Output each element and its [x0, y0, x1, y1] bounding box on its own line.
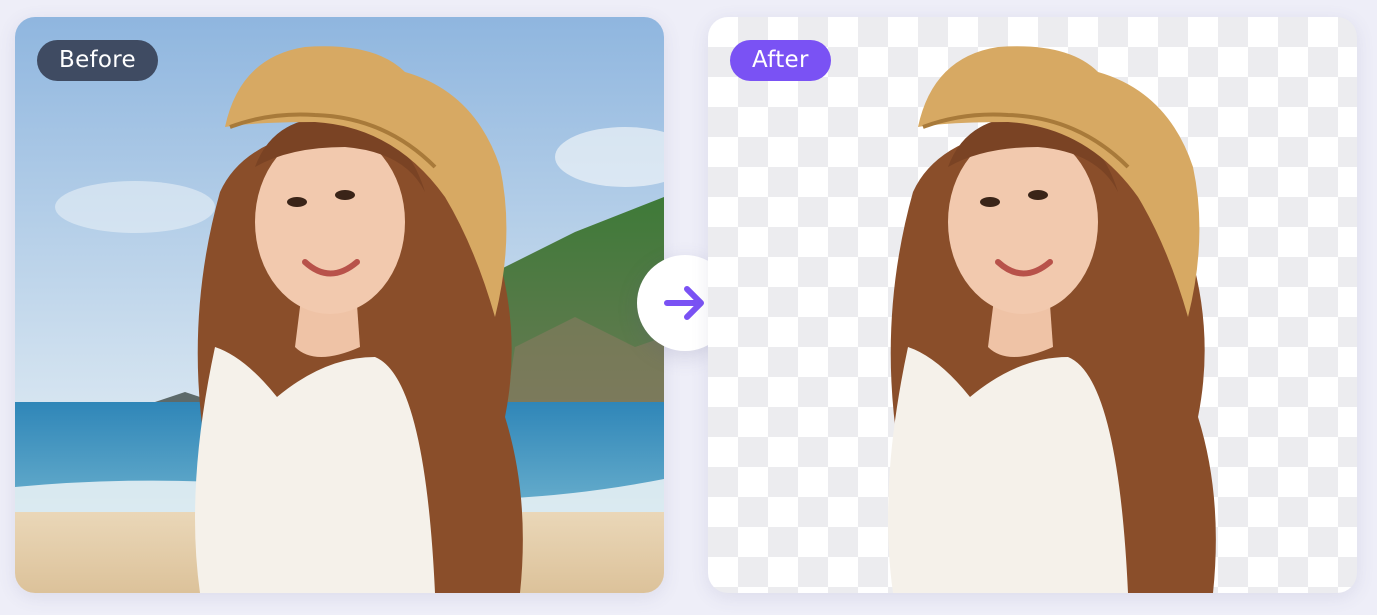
after-photo-cutout [888, 46, 1216, 593]
after-label: After [730, 40, 831, 81]
cloud [55, 181, 215, 233]
woman-figure [888, 46, 1216, 593]
before-label: Before [37, 40, 158, 81]
before-image-panel: Before [15, 17, 664, 593]
arrow-right-icon [664, 286, 704, 320]
after-image-panel: After [708, 17, 1357, 593]
before-photo [15, 17, 664, 593]
